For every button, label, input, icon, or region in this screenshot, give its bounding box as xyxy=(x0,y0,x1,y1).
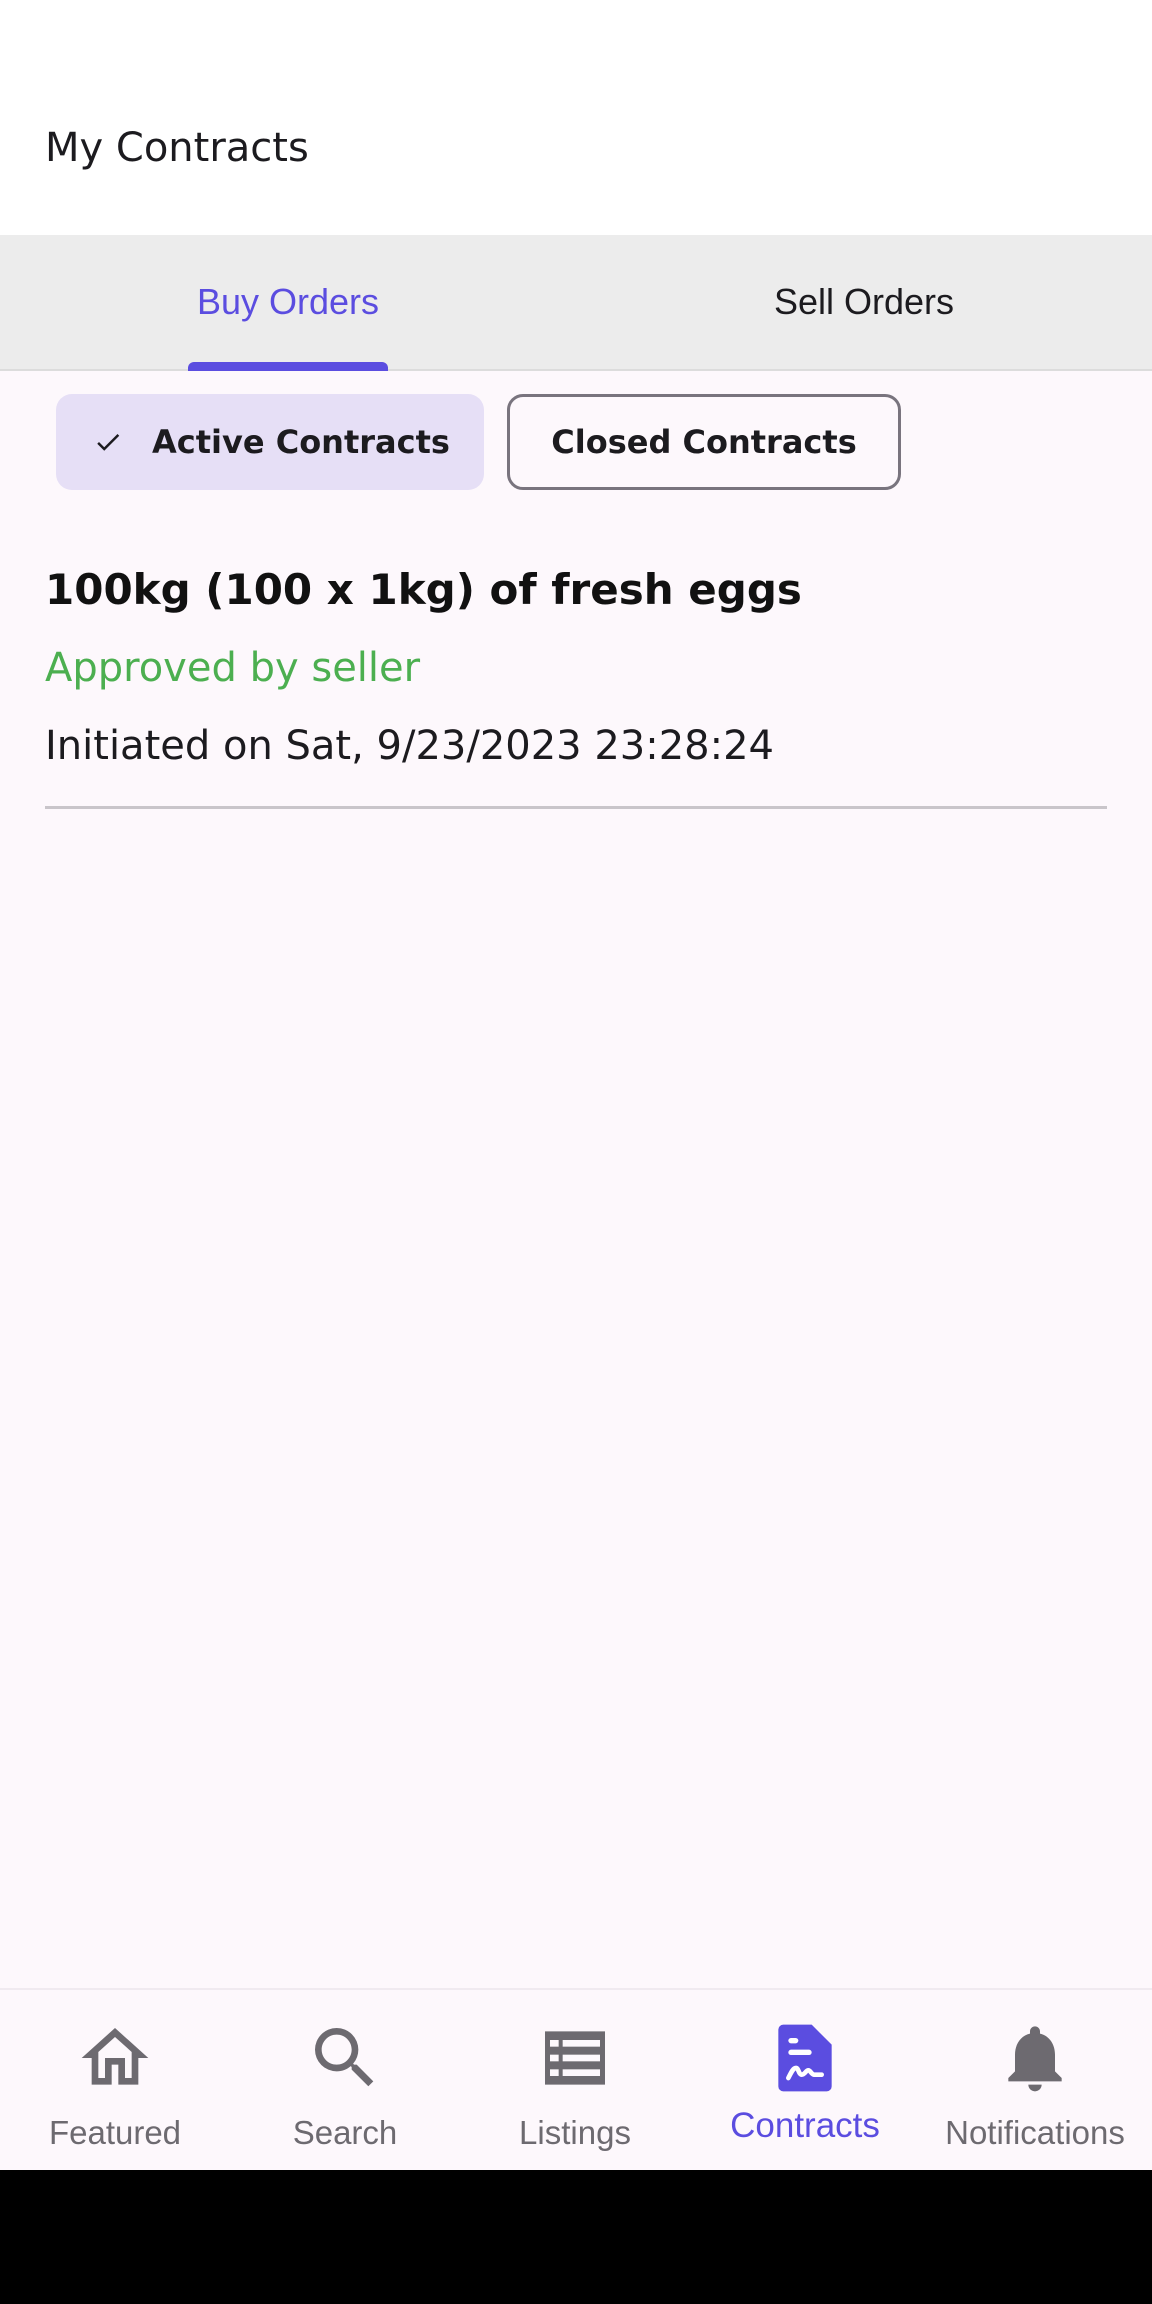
active-contracts-chip[interactable]: Active Contracts xyxy=(56,394,484,490)
bell-icon xyxy=(1008,2026,1062,2092)
page-title: My Contracts xyxy=(45,125,309,171)
nav-listings[interactable]: Listings xyxy=(460,1990,690,2172)
list-divider xyxy=(45,806,1107,809)
contract-title: 100kg (100 x 1kg) of fresh eggs xyxy=(45,565,802,614)
tab-sell-orders[interactable]: Sell Orders xyxy=(576,235,1152,369)
nav-notifications[interactable]: Notifications xyxy=(920,1990,1150,2172)
closed-contracts-chip[interactable]: Closed Contracts xyxy=(507,394,901,490)
closed-contracts-label: Closed Contracts xyxy=(551,423,857,461)
nav-search[interactable]: Search xyxy=(230,1990,460,2172)
bottom-navigation: Featured Search Listings Contracts Notif… xyxy=(0,1988,1152,2172)
search-icon xyxy=(315,2028,374,2087)
nav-label-contracts: Contracts xyxy=(730,2106,880,2145)
list-icon xyxy=(545,2031,605,2085)
nav-contracts[interactable]: Contracts xyxy=(690,1990,920,2172)
system-navigation-bar xyxy=(0,2170,1152,2304)
active-contracts-label: Active Contracts xyxy=(152,423,450,461)
contract-icon xyxy=(778,2024,832,2092)
contract-list-item[interactable]: 100kg (100 x 1kg) of fresh eggs Approved… xyxy=(45,560,1107,776)
nav-label-featured: Featured xyxy=(48,2114,182,2151)
order-tabs: Buy Orders Sell Orders xyxy=(0,235,1152,371)
tab-buy-orders[interactable]: Buy Orders xyxy=(0,235,576,369)
nav-label-search: Search xyxy=(292,2114,398,2151)
check-icon xyxy=(86,420,130,464)
nav-featured[interactable]: Featured xyxy=(0,1990,230,2172)
app-bar: My Contracts xyxy=(0,0,1152,235)
contract-status: Approved by seller xyxy=(45,645,421,691)
nav-label-listings: Listings xyxy=(519,2114,631,2151)
tab-indicator xyxy=(188,362,388,371)
nav-label-notifications: Notifications xyxy=(945,2114,1125,2151)
home-icon xyxy=(81,2028,149,2085)
contract-initiated-date: Initiated on Sat, 9/23/2023 23:28:24 xyxy=(45,723,774,769)
